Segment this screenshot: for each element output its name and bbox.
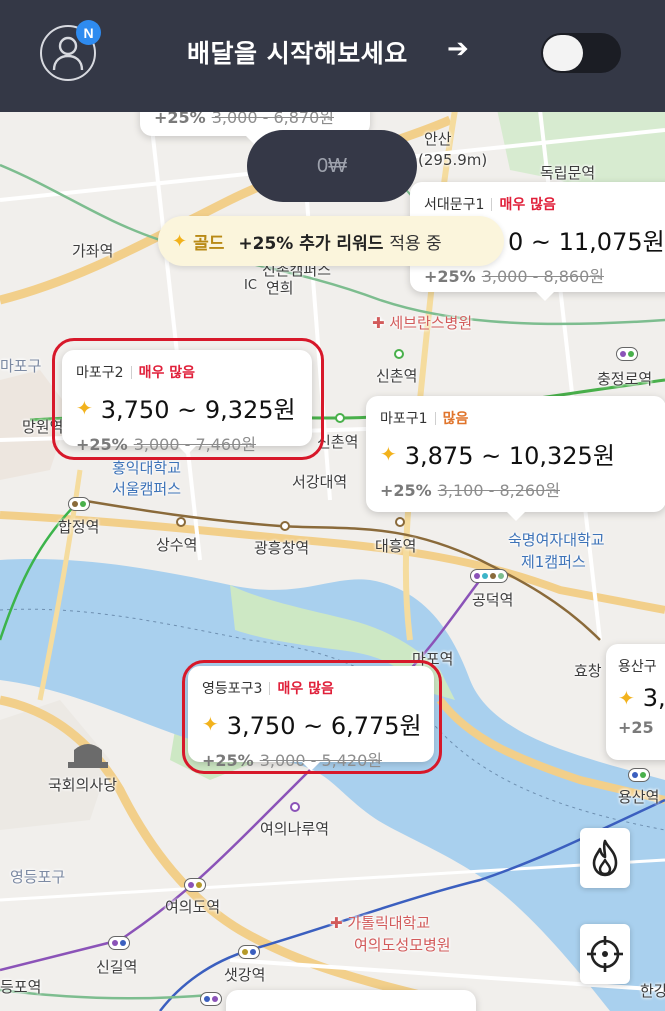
map-label-national-assembly: 국회의사당	[48, 776, 118, 794]
map-label-hapjeong: 합정역	[58, 518, 100, 536]
hotspot-button[interactable]	[580, 828, 630, 888]
map-label-seoul-campus: 서울캠퍼스	[112, 480, 182, 498]
map-label-gajwa: 가좌역	[72, 242, 114, 260]
notification-badge: N	[76, 20, 101, 45]
zone-level: 매우 많음	[138, 365, 195, 381]
station-marker	[394, 349, 404, 359]
flame-icon	[592, 839, 618, 877]
zone-card-bonus: +25% 3,100 - 8,260원	[380, 481, 560, 500]
sparkle-icon: ✦	[202, 711, 219, 736]
map-label-singil: 신길역	[96, 958, 138, 976]
map-label-sinchon2: 신촌역	[317, 433, 359, 451]
zone-card-mapo1[interactable]: 마포구1 많음 ✦ 3,875 ~ 10,325원 +25% 3,100 - 8,26…	[366, 396, 665, 521]
station-transfer-marker	[238, 945, 260, 959]
zone-price: ✦ 3,	[618, 684, 665, 712]
map-label-dongnimmun: 독립문역	[540, 164, 596, 182]
station-marker	[280, 521, 290, 531]
station-marker	[290, 802, 300, 812]
station-marker	[395, 517, 405, 527]
zone-card-header: 영등포구3 매우 많음	[202, 678, 420, 698]
zone-card-yongsan[interactable]: 용산구 ✦ 3, +25	[606, 644, 665, 760]
zone-name: 마포구2	[76, 365, 124, 381]
map-label-yeouinaru: 여의나루역	[260, 820, 330, 838]
map-label-seogang: 서강대역	[292, 473, 348, 491]
toggle-knob	[543, 35, 583, 71]
station-marker	[335, 413, 345, 423]
zone-card-bonus: +25	[618, 718, 654, 737]
zone-card-header: 마포구2 매우 많음	[76, 362, 298, 382]
sparkle-icon: ✦	[618, 686, 635, 710]
sparkle-icon: ✦	[76, 395, 93, 420]
map-label-gwangheungchang: 광흥창역	[254, 539, 310, 557]
zone-card-mapo2[interactable]: 마포구2 매우 많음 ✦ 3,750 ~ 9,325원 +25% 3,000 - 7,…	[62, 350, 312, 455]
station-transfer-marker	[108, 936, 130, 950]
station-transfer-marker	[616, 347, 638, 361]
station-marker	[176, 517, 186, 527]
map-label-severance: ✚ 세브란스병원	[372, 314, 473, 332]
map-label-yongsan: 용산역	[618, 788, 660, 806]
zone-level: 매우 많음	[499, 197, 556, 213]
zone-card-bonus: +25% 3,000 - 7,460원	[76, 435, 256, 454]
zone-level: 매우 많음	[277, 681, 334, 697]
map-label-yeonhui: 연희	[266, 279, 294, 297]
zone-name: 서대문구1	[424, 197, 485, 213]
delivery-toggle[interactable]	[541, 33, 621, 73]
station-transfer-marker	[68, 497, 90, 511]
zone-card-header: 서대문구1 매우 많음	[424, 194, 665, 214]
locate-me-button[interactable]	[580, 924, 630, 984]
map-label-sookmyung-campus: 제1캠퍼스	[521, 553, 586, 571]
gold-tier-label: 골드	[193, 233, 225, 254]
crosshair-icon	[587, 936, 623, 972]
map-label-deungpo: 등포역	[0, 978, 42, 996]
map-label-sangsu: 상수역	[156, 536, 198, 554]
sparkle-icon: ✦	[172, 230, 188, 252]
top-bar: N 배달을 시작해보세요 ➔	[0, 0, 665, 112]
map-label-catholic-univ: ✚ 가톨릭대학교	[330, 914, 431, 932]
zone-name: 마포구1	[380, 411, 428, 427]
gold-tier-banner[interactable]: ✦ 골드 +25% 추가 리워드 적용 중	[158, 216, 504, 266]
sparkle-icon: ✦	[380, 441, 397, 466]
station-transfer-marker	[628, 768, 650, 782]
start-delivery-title[interactable]: 배달을 시작해보세요	[187, 34, 408, 70]
station-transfer-marker	[184, 878, 206, 892]
zone-price: ✦ 3,875 ~ 10,325원	[380, 441, 615, 471]
map-label-daeheung: 대흥역	[375, 537, 417, 555]
station-transfer-marker	[470, 569, 508, 583]
zone-card-header: 마포구1 많음	[380, 408, 652, 428]
map-label-gongdeok: 공덕역	[472, 591, 514, 609]
map-label-ic: IC	[244, 278, 257, 293]
zone-price: 0 ~ 11,075원	[508, 228, 665, 256]
map-label-hyochang: 효창	[574, 662, 602, 680]
map-label-saetgang: 샛강역	[224, 966, 266, 984]
gold-bonus-label: +25% 추가 리워드	[238, 233, 384, 254]
map-label-yeongdeungpo-district: 영등포구	[10, 868, 66, 886]
map-label-ansan: 안산	[424, 130, 452, 148]
map-label-ansan-height: (295.9m)	[418, 151, 488, 169]
zone-name: 영등포구3	[202, 681, 263, 697]
zone-level: 많음	[442, 411, 469, 427]
map-label-sookmyung: 숙명여자대학교	[508, 531, 605, 549]
map-label-sinchon-station: 신촌역	[376, 367, 418, 385]
earnings-pill[interactable]: 0₩	[247, 130, 417, 202]
arrow-right-icon[interactable]: ➔	[447, 34, 469, 64]
map-label-hongik: 홍익대학교	[112, 459, 182, 477]
zone-price: ✦ 3,750 ~ 9,325원	[76, 395, 296, 425]
zone-card-yeongdeungpo3[interactable]: 영등포구3 매우 많음 ✦ 3,750 ~ 6,775원 +25% 3,000 - 5…	[188, 666, 434, 771]
zone-price: ✦ 3,750 ~ 6,775원	[202, 711, 422, 741]
gold-status-label: 적용 중	[389, 233, 442, 254]
zone-name: 용산구	[618, 659, 657, 675]
map-label-mangwon: 망원역	[22, 418, 64, 436]
zone-card-header: 용산구	[618, 656, 665, 676]
map-label-mapo-district: 마포구	[0, 357, 42, 375]
map-label-hangang: 한강	[640, 982, 665, 1000]
map-label-yeouido: 여의도역	[165, 898, 221, 916]
map-label-chungjeongno: 충정로역	[597, 370, 653, 388]
zone-card-partial-bottom[interactable]	[226, 990, 476, 1011]
station-transfer-marker	[200, 992, 222, 1006]
map-label-yeouido-hospital: 여의도성모병원	[354, 936, 451, 954]
zone-card-bonus: +25% 3,000 - 5,420원	[202, 751, 382, 770]
zone-card-bonus: +25% 3,000 - 8,860원	[424, 267, 604, 286]
